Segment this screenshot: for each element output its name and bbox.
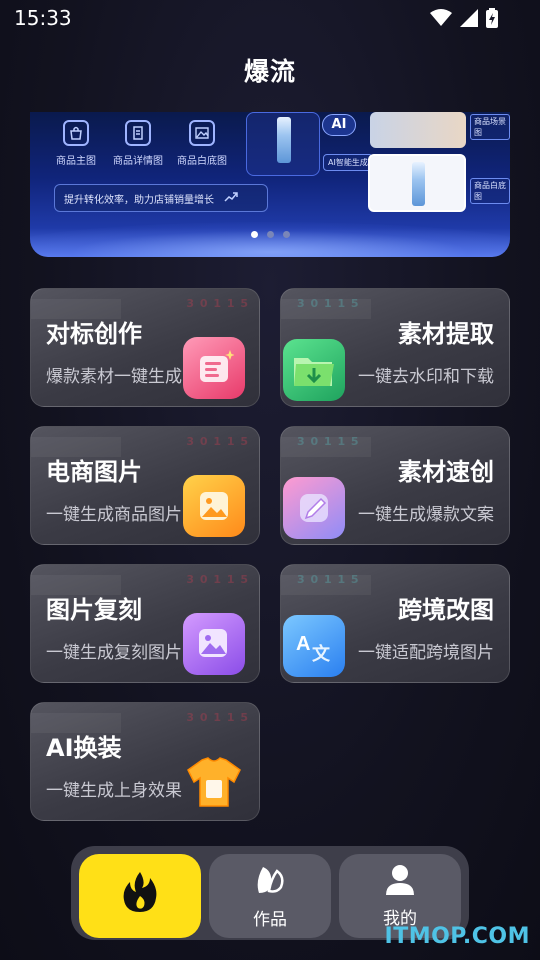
banner-slogan: 提升转化效率，助力店铺销量增长 (54, 184, 268, 212)
page-title: 爆流 (243, 57, 296, 86)
card-title: 素材提取 (398, 320, 494, 348)
card-material-quick-create[interactable]: 3 0 1 1 5 素材速创 一键生成爆款文案 (280, 426, 510, 545)
carousel-dot[interactable] (266, 231, 274, 238)
bag-icon (63, 120, 89, 146)
folder-download-icon (283, 339, 345, 401)
card-material-extract[interactable]: 3 0 1 1 5 素材提取 一键去水印和下载 (280, 288, 510, 407)
picture-icon (183, 475, 245, 537)
user-icon (385, 864, 415, 900)
tshirt-icon (183, 751, 245, 813)
banner-feature-main-image: 商品主图 (44, 120, 108, 167)
card-title: AI换装 (46, 734, 122, 762)
card-title: 图片复刻 (46, 596, 142, 624)
carousel-dot[interactable] (250, 231, 258, 238)
signal-icon (460, 9, 478, 31)
ai-badge: AI (322, 114, 356, 136)
nav-home-button[interactable] (79, 854, 201, 938)
nav-label: 作品 (253, 909, 287, 930)
flame-icon (120, 870, 160, 918)
document-icon (125, 120, 151, 146)
card-benchmark-creation[interactable]: 3 0 1 1 5 对标创作 爆款素材一键生成 (30, 288, 260, 407)
works-icon (253, 863, 287, 901)
card-watermark: 3 0 1 1 5 (186, 435, 249, 448)
product-bottle-image (412, 162, 425, 206)
svg-text:文: 文 (312, 643, 331, 665)
status-bar: 15:33 (0, 0, 540, 36)
battery-charging-icon (486, 8, 498, 32)
card-watermark: 3 0 1 1 5 (186, 711, 249, 724)
card-image-replicate[interactable]: 3 0 1 1 5 图片复刻 一键生成复刻图片 (30, 564, 260, 683)
card-subtitle: 一键适配跨境图片 (358, 643, 494, 663)
card-ai-outfit[interactable]: 3 0 1 1 5 AI换装 一键生成上身效果 (30, 702, 260, 821)
product-bottle-image (277, 117, 291, 163)
status-icons (430, 8, 498, 32)
thumb-tag-scene: 商品场景图 (470, 114, 510, 140)
card-title: 素材速创 (398, 458, 494, 486)
product-white-bg-thumbnail (368, 154, 466, 212)
banner-feature-detail-image: 商品详情图 (106, 120, 170, 167)
card-subtitle: 一键生成爆款文案 (358, 505, 494, 525)
product-scene-thumbnail (370, 112, 466, 148)
banner-glow (30, 222, 510, 257)
pen-icon (283, 477, 345, 539)
nav-works-button[interactable]: 作品 (209, 854, 331, 938)
document-stack-icon (183, 337, 245, 399)
card-subtitle: 一键生成上身效果 (46, 781, 182, 801)
site-watermark: ITMOP.COM (384, 924, 530, 949)
ai-generate-tag: AI智能生成 (323, 154, 373, 171)
carousel-dot[interactable] (282, 231, 290, 238)
card-title: 跨境改图 (398, 596, 494, 624)
card-watermark: 3 0 1 1 5 (297, 297, 360, 310)
card-ecommerce-image[interactable]: 3 0 1 1 5 电商图片 一键生成商品图片 (30, 426, 260, 545)
svg-text:A: A (296, 633, 310, 655)
card-subtitle: 一键生成商品图片 (46, 505, 182, 525)
card-watermark: 3 0 1 1 5 (186, 297, 249, 310)
banner-feature-white-bg-image: 商品白底图 (170, 120, 234, 167)
card-title: 电商图片 (46, 458, 142, 486)
card-watermark: 3 0 1 1 5 (297, 435, 360, 448)
thumb-tag-white-bg: 商品白底图 (470, 178, 510, 204)
status-time: 15:33 (14, 6, 72, 30)
card-subtitle: 一键去水印和下载 (358, 367, 494, 387)
card-watermark: 3 0 1 1 5 (297, 573, 360, 586)
banner-product-card (246, 112, 320, 176)
carousel-dots (30, 231, 510, 238)
card-subtitle: 一键生成复刻图片 (46, 643, 182, 663)
card-title: 对标创作 (46, 320, 142, 348)
image-icon (189, 120, 215, 146)
card-cross-border-image[interactable]: 3 0 1 1 5 跨境改图 一键适配跨境图片 A文 (280, 564, 510, 683)
trend-up-icon (224, 191, 238, 205)
card-subtitle: 爆款素材一键生成 (46, 367, 182, 387)
wifi-icon (430, 9, 452, 31)
card-watermark: 3 0 1 1 5 (186, 573, 249, 586)
promo-banner[interactable]: 商品主图 商品详情图 商品白底图 提升转化效率，助力店铺销量增长 AI AI智能… (30, 112, 510, 257)
mountain-image-icon (183, 613, 245, 675)
translate-icon: A文 (283, 615, 345, 677)
